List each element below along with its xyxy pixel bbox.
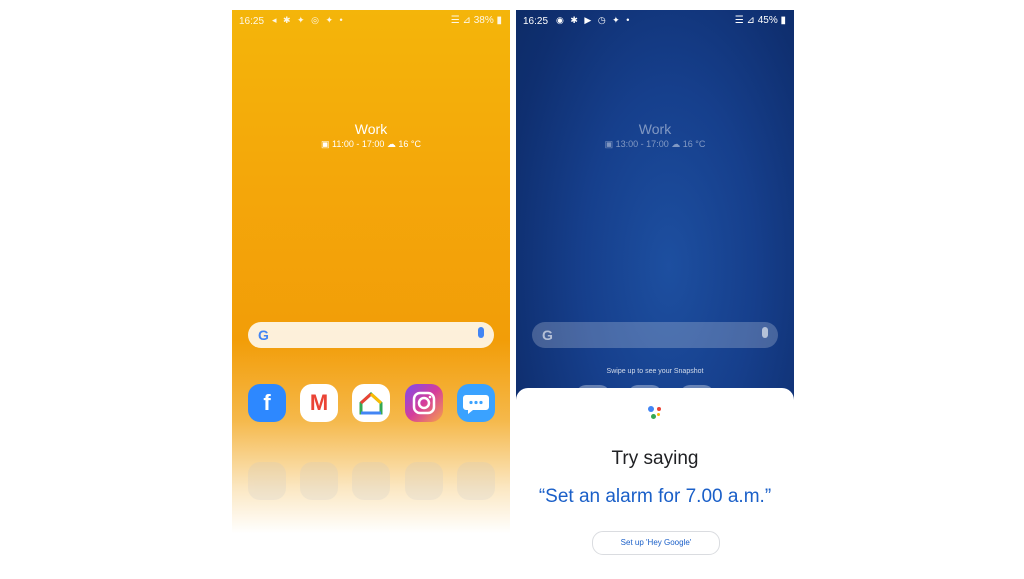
widget-subtitle: ▣ 13:00 - 17:00 ☁ 16 °C [604,139,706,149]
dock-app-icon [300,462,338,500]
status-right-icons: ☰ ⊿ 45% ▮ [734,15,786,26]
faded-dock-row [248,462,495,502]
messages-app-icon[interactable] [457,384,495,422]
microphone-icon[interactable] [478,327,484,338]
status-bar: 16:25 ◉ ✱ ▶ ◷ ✦ • ☰ ⊿ 45% ▮ [516,10,794,32]
status-bar: 16:25 ◂ ✱ ✦ ◎ ✦ • ☰ ⊿ 38% ▮ [232,10,510,32]
google-g-icon: G [542,327,553,343]
widget-subtitle: ▣ 11:00 - 17:00 ☁ 16 °C [321,139,421,149]
assistant-sheet: Try saying “Set an alarm for 7.00 a.m.” … [516,388,794,579]
instagram-icon [412,391,436,415]
instagram-app-icon[interactable] [405,384,443,422]
google-search-bar[interactable]: G [532,322,778,348]
left-phone-screen: 16:25 ◂ ✱ ✦ ◎ ✦ • ☰ ⊿ 38% ▮ Work ▣ 11:00… [232,10,510,579]
notification-icons: ◉ ✱ ▶ ◷ ✦ • [556,15,632,25]
facebook-glyph: f [263,390,271,415]
dock-chrome-icon [405,462,443,500]
dock-camera-icon [457,462,495,500]
dock-phone-icon [248,462,286,500]
status-right-icons: ☰ ⊿ 38% ▮ [450,15,502,26]
gmail-app-icon[interactable]: M [300,384,338,422]
status-time: 16:25 [523,16,549,27]
microphone-icon[interactable] [762,327,768,338]
swipe-hint: Swipe up to see your Snapshot [606,368,704,375]
facebook-app-icon[interactable]: f [248,384,286,422]
google-assistant-icon [648,406,664,420]
google-home-app-icon[interactable] [352,384,390,422]
assistant-suggestion[interactable]: “Set an alarm for 7.00 a.m.” [516,486,794,508]
app-row: f M [248,384,495,424]
right-phone-screen: 16:25 ◉ ✱ ▶ ◷ ✦ • ☰ ⊿ 45% ▮ Work ▣ 13:00… [516,10,794,579]
status-time: 16:25 [239,16,265,27]
google-search-bar[interactable]: G [248,322,494,348]
assistant-heading: Try saying [611,448,699,469]
widget-title[interactable]: Work [232,121,510,137]
google-g-icon: G [258,327,269,343]
widget-title: Work [638,121,672,137]
dock-play-store-icon [352,462,390,500]
notification-icons: ◂ ✱ ✦ ◎ ✦ • [272,15,345,25]
gmail-glyph: M [309,390,329,415]
home-icon [359,391,383,415]
setup-hey-google-button[interactable]: Set up 'Hey Google' [592,531,720,555]
chat-bubble-icon [463,395,489,414]
